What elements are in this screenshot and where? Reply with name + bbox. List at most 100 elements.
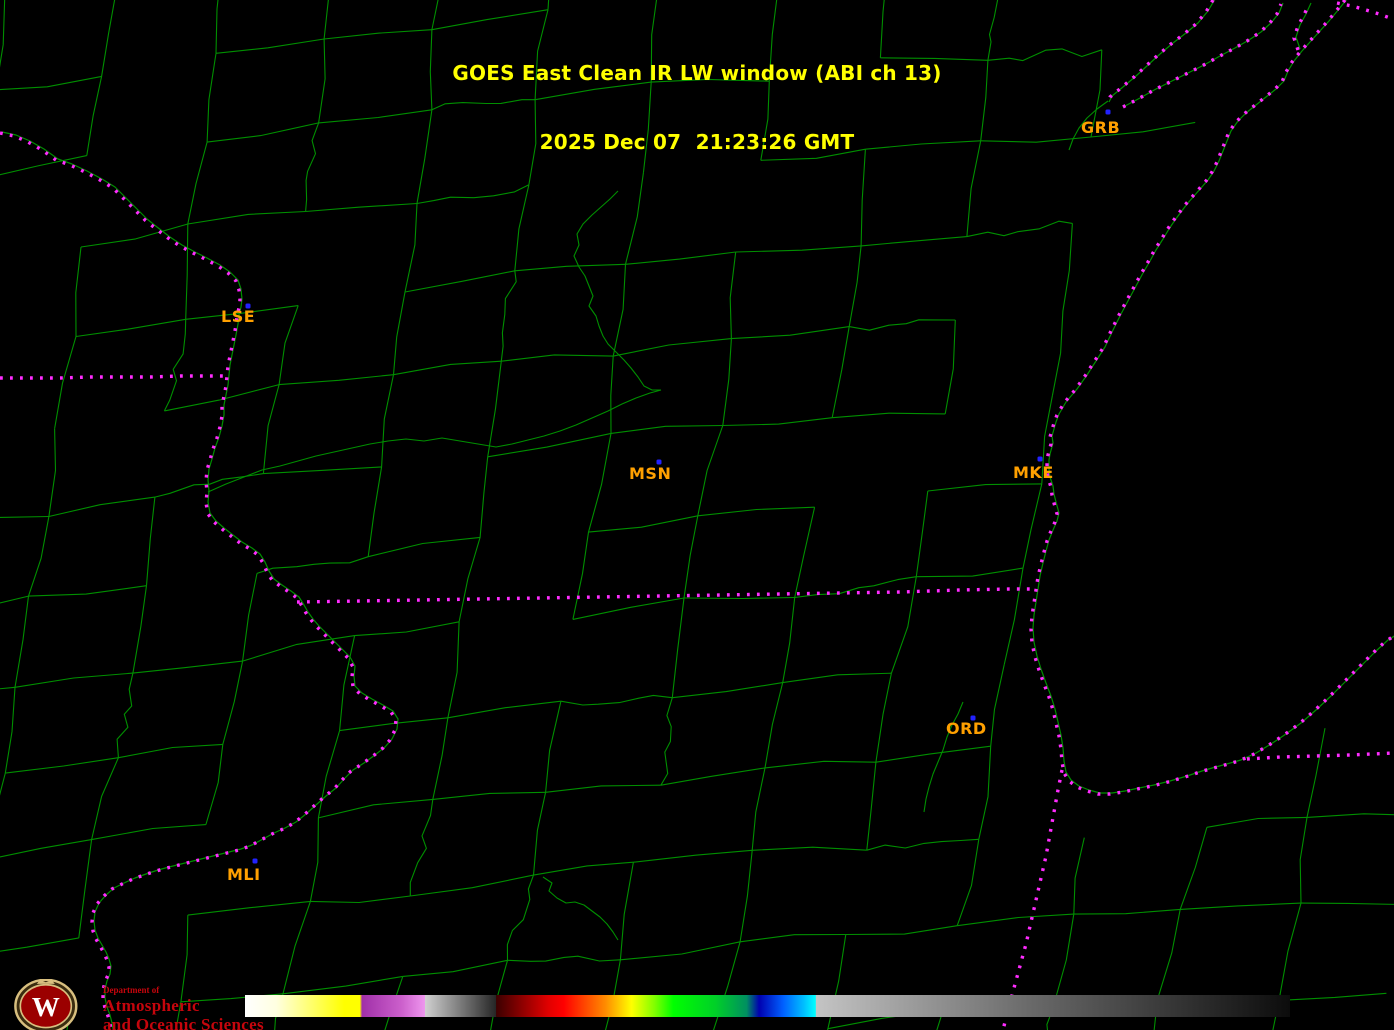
county-line: [875, 745, 991, 763]
county-line: [587, 433, 612, 533]
county-line: [619, 862, 634, 960]
county-line: [205, 744, 224, 825]
county-line: [409, 799, 434, 896]
county-line: [782, 672, 892, 684]
county-line: [1278, 992, 1387, 1001]
station-LSE: LSE: [221, 303, 255, 326]
county-line: [1306, 728, 1326, 818]
county-line: [14, 596, 30, 688]
county-line: [764, 760, 876, 769]
county-line: [782, 597, 796, 683]
station-label-MLI: MLI: [227, 865, 261, 884]
county-line: [978, 746, 992, 840]
county-line: [572, 532, 590, 620]
county-line: [1003, 568, 1024, 665]
county-line: [222, 660, 244, 745]
county-line: [794, 507, 816, 598]
county-line: [610, 356, 614, 434]
county-line: [1278, 902, 1302, 1001]
county-line: [367, 466, 383, 557]
county-line: [722, 338, 732, 426]
county-line: [145, 497, 156, 586]
county-line: [861, 236, 967, 247]
county-line: [547, 0, 550, 10]
county-line: [118, 743, 223, 759]
county-line: [866, 838, 979, 851]
county-line: [354, 621, 460, 637]
county-line: [507, 955, 621, 962]
county-line: [794, 576, 917, 599]
county-line: [0, 515, 49, 518]
county-line: [80, 223, 188, 248]
county-line: [132, 585, 148, 674]
county-line: [740, 933, 846, 943]
county-line: [279, 374, 394, 386]
county-line: [91, 824, 206, 841]
county-line: [116, 672, 134, 758]
county-line: [683, 596, 795, 600]
satellite-image-canvas: GRB LSE MSN MKE ORD MLI GOES East Clean IR LW…: [0, 0, 1394, 1030]
county-line: [545, 784, 661, 793]
uw-crest-icon: W: [14, 979, 78, 1030]
county-line: [447, 700, 561, 719]
county-line: [612, 264, 627, 357]
county-line: [672, 682, 783, 699]
county-line: [729, 251, 737, 339]
county-line: [764, 682, 784, 768]
county-line: [722, 417, 833, 427]
county-line: [848, 245, 862, 327]
title-line-2: 2025 Dec 07 21:23:26 GMT: [539, 130, 855, 154]
county-line: [310, 895, 411, 904]
county-line: [0, 839, 92, 858]
county-line: [75, 246, 82, 337]
county-line: [927, 483, 1042, 492]
border-mn-ia-border: [0, 374, 223, 380]
county-line: [613, 338, 732, 357]
county-line: [1073, 908, 1181, 915]
county-line: [500, 270, 517, 362]
county-line: [262, 384, 280, 474]
county-line: [532, 792, 547, 876]
county-line: [75, 318, 186, 338]
county-line: [0, 686, 16, 690]
ir-temperature-colorbar: [245, 995, 1290, 1017]
county-line: [831, 326, 850, 418]
county-line: [432, 717, 449, 800]
station-label-MSN: MSN: [629, 464, 671, 483]
county-line: [458, 537, 481, 622]
county-line: [671, 597, 685, 698]
county-line: [487, 361, 502, 457]
county-line: [697, 506, 815, 517]
border-il-in-border: [1001, 769, 1064, 1030]
station-dot-MLI: [252, 858, 258, 864]
county-line: [163, 319, 187, 412]
county-line: [305, 202, 418, 213]
county-line: [572, 597, 685, 620]
county-line: [28, 585, 147, 597]
county-line: [368, 536, 481, 558]
county-line: [739, 850, 753, 942]
county-line: [282, 975, 403, 995]
county-line: [78, 839, 93, 938]
border-wi-il-border: [296, 587, 1035, 604]
county-line: [1306, 813, 1394, 818]
county-line: [404, 203, 418, 293]
county-line: [318, 798, 433, 819]
county-line: [990, 664, 1005, 747]
county-line: [187, 210, 306, 225]
county-line: [957, 913, 1074, 927]
county-line: [317, 730, 341, 819]
county-line: [731, 326, 850, 340]
county-line: [402, 959, 508, 977]
county-line: [866, 762, 877, 851]
county-line: [256, 556, 369, 574]
county-line: [849, 319, 956, 331]
rivers: [207, 100, 1109, 941]
title-line-1: GOES East Clean IR LW window (ABI ch 13): [452, 61, 942, 85]
logo-dept-line: Department of: [103, 985, 160, 995]
county-line: [242, 573, 258, 662]
county-line: [404, 270, 515, 293]
county-line: [282, 901, 311, 994]
station-label-LSE: LSE: [221, 307, 255, 326]
county-line: [514, 263, 626, 272]
